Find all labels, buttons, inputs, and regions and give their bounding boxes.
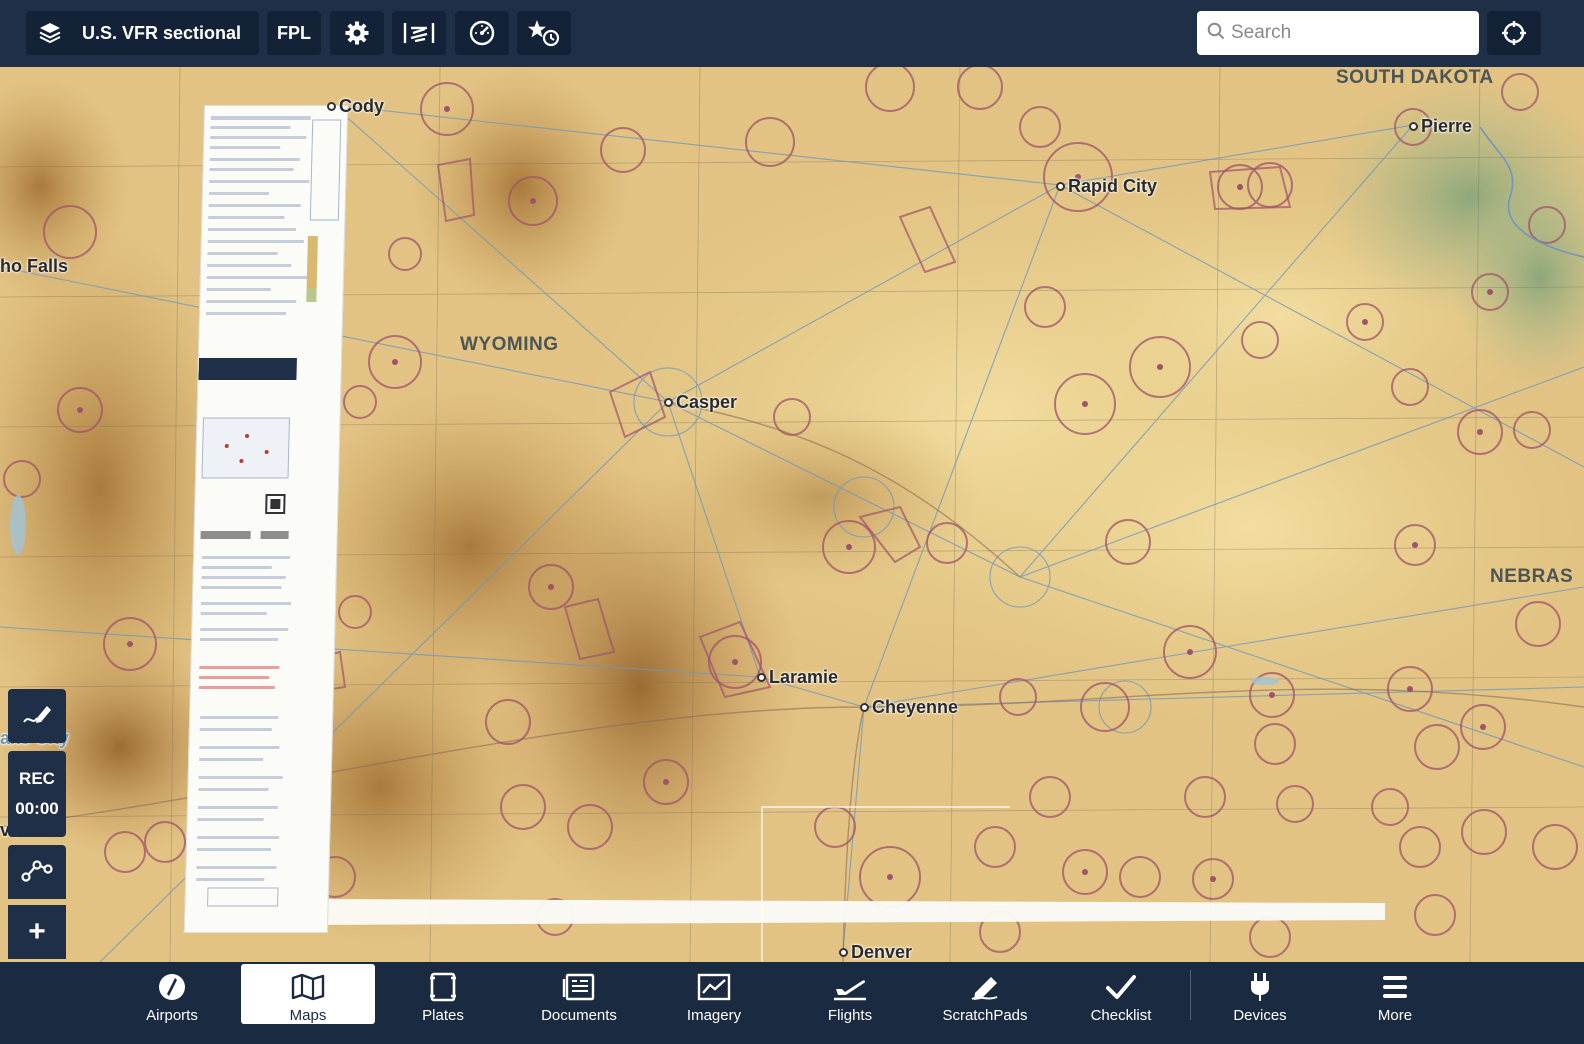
search-input[interactable] [1231, 22, 1471, 44]
tab-documents[interactable]: Documents [512, 964, 646, 1024]
city-label-laramie[interactable]: Laramie [757, 667, 838, 688]
airport-marker [839, 948, 848, 957]
route-button[interactable] [8, 845, 66, 899]
tab-flights[interactable]: Flights [783, 964, 917, 1024]
city-name: ho Falls [0, 256, 69, 276]
map-layer-label: U.S. VFR sectional [82, 22, 242, 43]
map-icon [291, 971, 325, 1003]
zoom-in-button[interactable]: + [8, 905, 66, 959]
instruments-button[interactable] [455, 11, 509, 55]
imagery-icon [697, 971, 731, 1003]
favorites-recent-icon [528, 19, 560, 47]
track-recorder[interactable]: REC 00:00 [8, 751, 66, 837]
checkmark-icon [1105, 971, 1137, 1003]
plus-icon: + [28, 915, 46, 948]
scratchpad-pencil-icon [969, 971, 1001, 1003]
rec-timer: 00:00 [15, 799, 59, 818]
search-icon [1207, 22, 1225, 45]
sectional-map[interactable]: Cody Rapid City Pierre Casper Laramie Ch… [0, 67, 1584, 962]
tab-imagery[interactable]: Imagery [647, 964, 781, 1024]
airport-icon [157, 971, 187, 1003]
sectional-legend-panel [183, 105, 349, 933]
city-label-denver[interactable]: Denver [839, 942, 912, 962]
search-box[interactable] [1197, 11, 1479, 55]
city-name: Casper [676, 392, 738, 412]
city-name: Cheyenne [872, 697, 959, 717]
fpl-button[interactable]: FPL [267, 11, 321, 55]
plug-icon [1248, 971, 1272, 1003]
airport-marker [1056, 182, 1065, 191]
documents-icon [562, 971, 596, 1003]
city-label-rapid-city[interactable]: Rapid City [1056, 176, 1157, 197]
airport-marker [860, 703, 869, 712]
locate-button[interactable] [1487, 11, 1541, 55]
tab-label: Plates [422, 1007, 464, 1024]
tab-label: Maps [289, 1007, 327, 1024]
state-label-nebraska: NEBRAS [1490, 566, 1574, 587]
tab-devices[interactable]: Devices [1193, 964, 1327, 1024]
tab-label: Flights [827, 1007, 873, 1024]
tab-label: ScratchPads [942, 1007, 1028, 1024]
airport-marker [1409, 122, 1418, 131]
tab-label: Airports [146, 1007, 198, 1024]
city-label-idaho-falls[interactable]: ho Falls [0, 256, 68, 277]
tab-label: More [1377, 1007, 1413, 1024]
route-icon [21, 857, 53, 888]
airport-marker [757, 673, 766, 682]
pencil-icon [21, 700, 53, 733]
city-name: Rapid City [1068, 176, 1158, 196]
tab-divider [1190, 970, 1191, 1020]
tab-label: Checklist [1090, 1007, 1152, 1024]
tab-label: Documents [541, 1007, 617, 1024]
hamburger-menu-icon [1381, 971, 1409, 1003]
tab-airports[interactable]: Airports [105, 964, 239, 1024]
city-name: Laramie [769, 667, 839, 687]
gauge-icon [469, 20, 495, 46]
state-label-south-dakota: SOUTH DAKOTA [1336, 67, 1494, 88]
tab-label: Devices [1233, 1007, 1287, 1024]
city-label-casper[interactable]: Casper [664, 392, 737, 413]
city-name: Denver [851, 942, 913, 962]
crosshair-icon [1501, 20, 1527, 46]
city-label-pierre[interactable]: Pierre [1409, 116, 1472, 137]
top-toolbar: U.S. VFR sectional FPL [0, 0, 1584, 67]
tab-checklist[interactable]: Checklist [1054, 964, 1188, 1024]
profile-view-button[interactable] [392, 11, 446, 55]
weather-profile-icon [403, 21, 435, 45]
city-label-cheyenne[interactable]: Cheyenne [860, 697, 958, 718]
tab-more[interactable]: More [1328, 964, 1462, 1024]
draw-button[interactable] [8, 689, 66, 743]
layers-icon [38, 21, 62, 45]
city-label-cody[interactable]: Cody [327, 96, 384, 117]
airport-marker [664, 398, 673, 407]
plates-icon [428, 971, 458, 1003]
city-name: Pierre [1421, 116, 1473, 136]
city-name: Cody [339, 96, 384, 116]
settings-button[interactable] [330, 11, 384, 55]
bottom-tab-bar: Airports Maps Plates Documents Imagery F… [0, 962, 1584, 1044]
tab-maps[interactable]: Maps [241, 964, 375, 1024]
tab-scratchpads[interactable]: ScratchPads [918, 964, 1052, 1024]
gear-icon [344, 20, 370, 46]
state-label-wyoming: WYOMING [460, 334, 559, 355]
tab-plates[interactable]: Plates [376, 964, 510, 1024]
tab-label: Imagery [686, 1007, 742, 1024]
airport-marker [327, 102, 336, 111]
rec-label: REC [19, 769, 55, 788]
app-root: U.S. VFR sectional FPL Search Cody Rapid… [0, 0, 1584, 1044]
flight-departure-icon [832, 971, 868, 1003]
favorites-button[interactable] [517, 11, 571, 55]
map-layer-button[interactable]: U.S. VFR sectional [26, 11, 259, 55]
